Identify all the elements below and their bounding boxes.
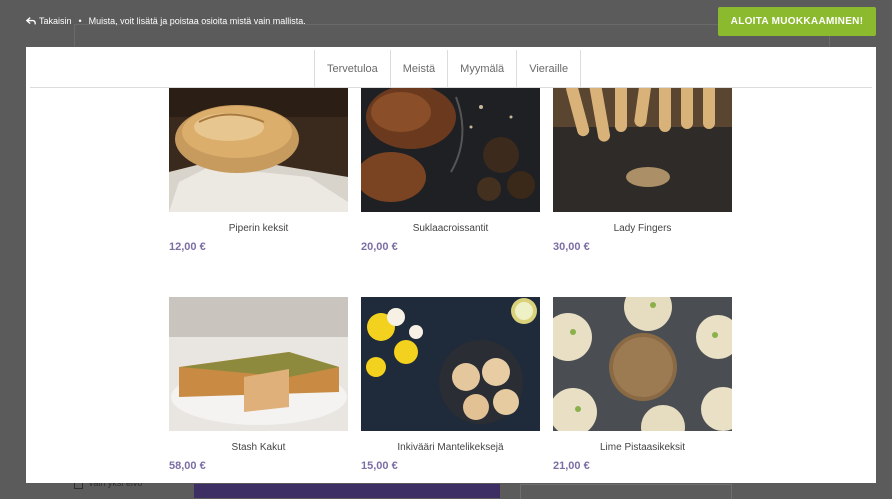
nav-tab-myymala[interactable]: Myymälä	[447, 50, 516, 87]
pistachio-cookies-photo[interactable]	[553, 297, 732, 431]
product-name[interactable]: Inkivääri Mantelikeksejä	[361, 442, 540, 453]
product-price: 30,00 €	[553, 241, 590, 253]
almond-cookies-flowers-photo[interactable]	[361, 297, 540, 431]
quiche-cake-photo[interactable]	[169, 297, 348, 431]
nav-tab-meista[interactable]: Meistä	[389, 50, 447, 87]
start-editing-button[interactable]: ALOITA MUOKKAAMINEN!	[718, 7, 876, 36]
product-price: 20,00 €	[361, 241, 398, 253]
chocolate-croissants-photo[interactable]	[361, 77, 540, 212]
background-gray-box	[520, 484, 732, 499]
top-notice: Takaisin • Muista, voit lisätä ja poista…	[26, 16, 306, 26]
notice-message: Muista, voit lisätä ja poistaa osioita m…	[88, 16, 306, 26]
product-name[interactable]: Suklaacroissantit	[361, 223, 540, 234]
back-link-label: Takaisin	[39, 16, 72, 26]
background-purple-button	[194, 484, 500, 498]
nav-tab-vieraille[interactable]: Vieraille	[516, 50, 582, 87]
nav-tab-tervetuloa[interactable]: Tervetuloa	[314, 50, 390, 87]
product-name[interactable]: Lady Fingers	[553, 223, 732, 234]
notice-separator: •	[78, 16, 82, 26]
product-name[interactable]: Stash Kakut	[169, 442, 348, 453]
nav-tabs: Tervetuloa Meistä Myymälä Vieraille	[314, 50, 582, 87]
site-nav: Tervetuloa Meistä Myymälä Vieraille	[30, 47, 872, 88]
product-price: 58,00 €	[169, 460, 206, 472]
product-name[interactable]: Lime Pistaasikeksit	[553, 442, 732, 453]
bread-loaf-photo[interactable]	[169, 77, 348, 212]
product-name[interactable]: Piperin keksit	[169, 223, 348, 234]
back-arrow-icon	[26, 17, 36, 25]
product-price: 12,00 €	[169, 241, 206, 253]
product-price: 15,00 €	[361, 460, 398, 472]
product-price: 21,00 €	[553, 460, 590, 472]
back-link[interactable]: Takaisin	[26, 16, 72, 26]
lady-fingers-photo[interactable]	[553, 77, 732, 212]
site-preview-frame: Tervetuloa Meistä Myymälä Vieraille Pipe…	[26, 47, 876, 483]
